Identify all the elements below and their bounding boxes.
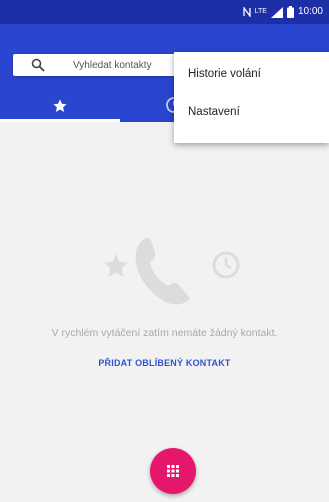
tab-indicator (0, 119, 120, 122)
star-icon (53, 99, 67, 112)
network-type-label: LTE (254, 8, 267, 15)
signal-icon (270, 6, 283, 18)
status-icons: LTE 10:00 (242, 4, 323, 20)
clock-time: 10:00 (297, 6, 323, 17)
empty-state-message: V rychlém vytáčení zatím nemáte žádný ko… (51, 327, 278, 339)
menu-item-call-history[interactable]: Historie volání (174, 56, 329, 92)
empty-state-illustration (98, 232, 248, 312)
tab-favorites[interactable] (0, 90, 120, 122)
overflow-menu: Historie volání Nastavení (174, 52, 329, 143)
search-icon (31, 58, 45, 72)
dialpad-fab[interactable] (150, 448, 196, 494)
star-icon (104, 254, 128, 277)
dialpad-icon (167, 465, 179, 477)
nfc-icon (242, 7, 251, 17)
add-favorite-button[interactable]: PŘIDAT OBLÍBENÝ KONTAKT (0, 358, 329, 368)
battery-icon (286, 6, 294, 18)
menu-item-settings[interactable]: Nastavení (174, 94, 329, 130)
phone-icon (135, 237, 190, 305)
status-bar: LTE 10:00 (0, 0, 329, 24)
